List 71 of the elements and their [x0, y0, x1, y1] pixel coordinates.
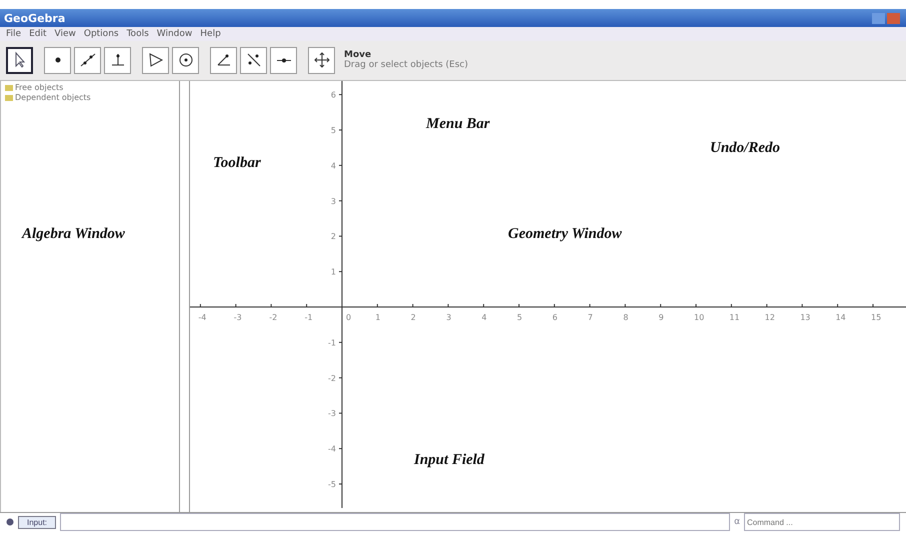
axis-label: -4 — [328, 444, 336, 454]
tool-button[interactable] — [210, 46, 237, 74]
polygon-icon — [146, 51, 164, 70]
menu-item[interactable]: File — [6, 29, 22, 40]
axis-label: 3 — [446, 312, 452, 322]
axis-label: 2 — [330, 232, 336, 241]
axis-label: -1 — [304, 312, 313, 322]
point-icon — [54, 57, 60, 64]
annotation-label: Menu Bar — [426, 116, 490, 133]
slider-icon — [276, 58, 292, 63]
axis-label: 11 — [729, 312, 740, 322]
axis-label: 10 — [694, 312, 704, 322]
menu-item[interactable]: Tools — [126, 29, 149, 40]
tree-item[interactable]: Free objects — [15, 82, 64, 92]
window-controls-icon — [872, 12, 902, 24]
move-arrows-icon — [312, 51, 330, 70]
axis-label: -2 — [328, 373, 336, 382]
axis-label: 1 — [375, 312, 380, 322]
axis-label: -5 — [328, 480, 336, 489]
tool-button[interactable] — [172, 46, 199, 74]
menu-item[interactable]: Options — [84, 29, 119, 40]
symbol-dropdown[interactable]: α — [734, 517, 740, 528]
annotation-label: Geometry Window — [508, 226, 622, 243]
annotation-label: Input Field — [414, 452, 484, 469]
axis-label: 12 — [764, 312, 775, 322]
tool-button[interactable] — [104, 46, 131, 74]
menu-item[interactable]: Edit — [29, 29, 46, 40]
window-title: GeoGebra — [4, 12, 66, 25]
help-icon — [6, 518, 14, 526]
tool-button[interactable] — [44, 46, 71, 74]
tool-button[interactable] — [240, 46, 267, 74]
circle-icon — [176, 51, 194, 70]
annotation-label: Undo/Redo — [710, 140, 780, 157]
axis-label: 13 — [800, 312, 810, 322]
line-icon — [78, 51, 96, 70]
input-field[interactable] — [60, 513, 730, 532]
axis-label: 0 — [346, 312, 352, 322]
axis-label: -3 — [234, 312, 242, 322]
axis-label: 3 — [330, 196, 336, 206]
menu-item[interactable]: View — [54, 29, 76, 40]
axis-label: -4 — [198, 312, 206, 322]
tool-button[interactable] — [6, 46, 33, 74]
axis-label: -2 — [269, 312, 278, 322]
tree-item[interactable]: Dependent objects — [15, 92, 91, 102]
tool-help: Drag or select objects (Esc) — [344, 60, 468, 70]
axis-label: 2 — [410, 312, 416, 322]
axis-label: 5 — [517, 312, 522, 322]
axis-label: 6 — [552, 312, 558, 322]
tool-button[interactable] — [74, 46, 101, 74]
command-field[interactable]: Command ... — [744, 513, 900, 532]
menu-item[interactable]: Help — [200, 29, 221, 40]
annotation-label: Toolbar — [213, 155, 261, 172]
axis-label: 7 — [588, 312, 593, 322]
axis-label: 14 — [836, 312, 846, 322]
axis-label: 15 — [871, 312, 882, 322]
menu-item[interactable]: Window — [156, 29, 192, 40]
axis-label: -3 — [328, 408, 336, 418]
axis-label: 6 — [330, 90, 336, 100]
tool-name: Move — [344, 50, 372, 60]
tool-button[interactable] — [270, 46, 297, 74]
tool-button[interactable] — [142, 46, 169, 74]
axis-label: 4 — [482, 312, 487, 322]
axis-label: 8 — [623, 312, 628, 322]
axis-label: 4 — [330, 161, 336, 170]
axis-label: -1 — [328, 338, 336, 348]
axis-label: 1 — [330, 267, 336, 276]
axis-label: 5 — [330, 126, 336, 135]
input-button[interactable]: Input: — [18, 516, 56, 529]
annotation-label: Algebra Window — [22, 226, 125, 243]
tool-button[interactable] — [308, 46, 335, 74]
axis-label: 9 — [658, 312, 664, 322]
